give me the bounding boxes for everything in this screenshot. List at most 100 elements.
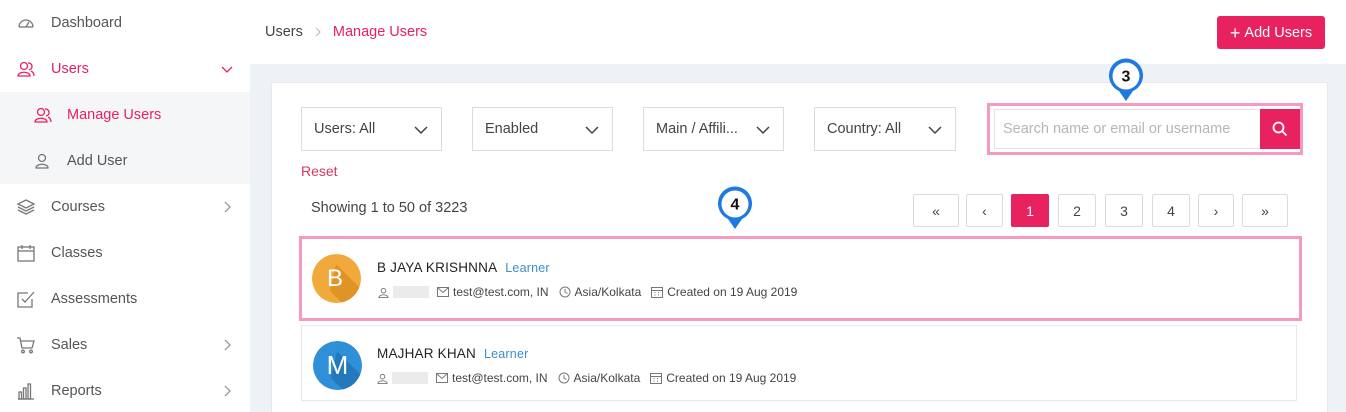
masked-username xyxy=(393,286,429,298)
country-filter-value: Country: All xyxy=(827,121,902,137)
prev-page-button[interactable]: ‹ xyxy=(966,194,1003,227)
callout-number: 4 xyxy=(731,197,740,214)
sidebar-item-label: Courses xyxy=(51,199,105,215)
masked-username xyxy=(392,372,428,384)
sidebar-item-sales[interactable]: Sales xyxy=(0,322,250,368)
status-filter-dropdown[interactable]: Enabled xyxy=(472,107,613,151)
breadcrumb-current: Manage Users xyxy=(332,24,428,40)
users-filter-value: Users: All xyxy=(314,121,376,137)
last-page-button[interactable]: » xyxy=(1242,194,1288,227)
chevron-right-icon xyxy=(220,338,234,352)
next-page-button[interactable]: › xyxy=(1198,194,1234,227)
sidebar-item-assessments[interactable]: Assessments xyxy=(0,276,250,322)
cart-icon xyxy=(16,335,36,355)
user-icon xyxy=(377,286,389,298)
manage-users-icon xyxy=(33,105,53,125)
user-role: Learner xyxy=(483,347,529,361)
user-name[interactable]: B JAYA KRISHNNA Learner xyxy=(377,260,550,275)
sidebar-item-users[interactable]: Users xyxy=(0,46,250,92)
sidebar-item-manage-users[interactable]: Manage Users xyxy=(0,92,250,138)
first-page-button[interactable]: « xyxy=(913,194,959,227)
chevron-down-icon xyxy=(928,126,942,135)
layers-icon xyxy=(16,197,36,217)
chevron-right-icon xyxy=(313,26,323,38)
user-role: Learner xyxy=(505,261,550,275)
sidebar-item-dashboard[interactable]: Dashboard xyxy=(0,0,250,46)
chevron-down-icon xyxy=(220,62,234,76)
add-users-button[interactable]: + Add Users xyxy=(1217,16,1325,49)
sidebar-item-label: Users xyxy=(51,61,89,77)
callout-number: 3 xyxy=(1122,69,1131,86)
sidebar-item-label: Reports xyxy=(51,383,102,399)
sidebar-item-label: Sales xyxy=(51,337,88,353)
page-button-2[interactable]: 2 xyxy=(1058,194,1096,227)
sidebar-item-classes[interactable]: Classes xyxy=(0,230,250,276)
chevron-down-icon xyxy=(585,126,599,135)
users-filter-dropdown[interactable]: Users: All xyxy=(301,107,442,151)
user-name-text: B JAYA KRISHNNA xyxy=(377,260,498,275)
mail-icon xyxy=(436,372,448,384)
callout-marker-3: 3 xyxy=(1109,58,1143,101)
calendar-icon xyxy=(16,243,36,263)
sidebar-item-courses[interactable]: Courses xyxy=(0,184,250,230)
calendar-icon xyxy=(651,286,664,298)
sidebar-item-add-user[interactable]: Add User xyxy=(0,138,250,184)
user-list-item[interactable]: B B JAYA KRISHNNA Learner test@test.com, … xyxy=(299,236,1302,321)
avatar-initial: M xyxy=(327,350,349,380)
sidebar-item-label: Manage Users xyxy=(67,107,162,123)
search-button[interactable] xyxy=(1260,109,1300,149)
user-name-text: MAJHAR KHAN xyxy=(377,346,476,361)
user-meta: test@test.com, IN Asia/Kolkata Created o… xyxy=(377,285,807,299)
sidebar-item-label: Dashboard xyxy=(51,15,122,31)
clock-icon xyxy=(558,372,570,384)
reset-link[interactable]: Reset xyxy=(301,163,338,179)
country-filter-dropdown[interactable]: Country: All xyxy=(814,107,956,151)
chevron-down-icon xyxy=(414,126,428,135)
user-email: test@test.com, IN xyxy=(436,371,548,385)
plus-icon: + xyxy=(1229,22,1241,43)
search-highlight xyxy=(987,103,1303,155)
sidebar-item-label: Classes xyxy=(51,245,103,261)
breadcrumb-users-link[interactable]: Users xyxy=(265,24,303,40)
page-button-4[interactable]: 4 xyxy=(1152,194,1190,227)
user-list-item[interactable]: M MAJHAR KHAN Learner test@test.com, IN A… xyxy=(301,325,1297,401)
add-user-icon xyxy=(33,151,53,171)
user-email: test@test.com, IN xyxy=(437,285,549,299)
mail-icon xyxy=(437,286,449,298)
results-count: Showing 1 to 50 of 3223 xyxy=(311,200,468,216)
sidebar-item-label: Assessments xyxy=(51,291,138,307)
sidebar-item-label: Add User xyxy=(67,153,128,169)
page-header: Users Manage Users + Add Users xyxy=(250,0,1346,64)
checkbox-icon xyxy=(16,289,36,309)
users-icon xyxy=(16,59,36,79)
page-button-3[interactable]: 3 xyxy=(1105,194,1143,227)
dashboard-icon xyxy=(16,13,36,33)
add-users-label: Add Users xyxy=(1244,24,1313,41)
bar-chart-icon xyxy=(16,381,36,401)
user-created-date: Created on 19 Aug 2019 xyxy=(650,371,796,385)
clock-icon xyxy=(559,286,571,298)
chevron-right-icon xyxy=(220,384,234,398)
avatar: M xyxy=(313,341,362,390)
chevron-down-icon xyxy=(756,126,770,135)
search-icon xyxy=(1272,121,1288,137)
user-timezone: Asia/Kolkata xyxy=(558,371,640,385)
affiliation-filter-dropdown[interactable]: Main / Affili... xyxy=(643,107,784,151)
search-input[interactable] xyxy=(994,109,1260,149)
user-timezone: Asia/Kolkata xyxy=(559,285,641,299)
avatar-initial: B xyxy=(327,265,343,292)
avatar: B xyxy=(312,254,361,303)
breadcrumb: Users Manage Users xyxy=(265,24,427,40)
calendar-icon xyxy=(650,372,663,384)
chevron-right-icon xyxy=(220,200,234,214)
page-button-1[interactable]: 1 xyxy=(1011,194,1049,227)
user-created-date: Created on 19 Aug 2019 xyxy=(651,285,797,299)
status-filter-value: Enabled xyxy=(485,121,539,137)
affiliation-filter-value: Main / Affili... xyxy=(656,121,738,137)
sidebar: Dashboard Users Manage Users Add User Co… xyxy=(0,0,250,412)
user-name[interactable]: MAJHAR KHAN Learner xyxy=(377,346,528,361)
user-meta: test@test.com, IN Asia/Kolkata Created o… xyxy=(376,371,806,385)
sidebar-item-reports[interactable]: Reports xyxy=(0,368,250,412)
callout-marker-4: 4 xyxy=(718,186,752,229)
user-icon xyxy=(376,372,388,384)
